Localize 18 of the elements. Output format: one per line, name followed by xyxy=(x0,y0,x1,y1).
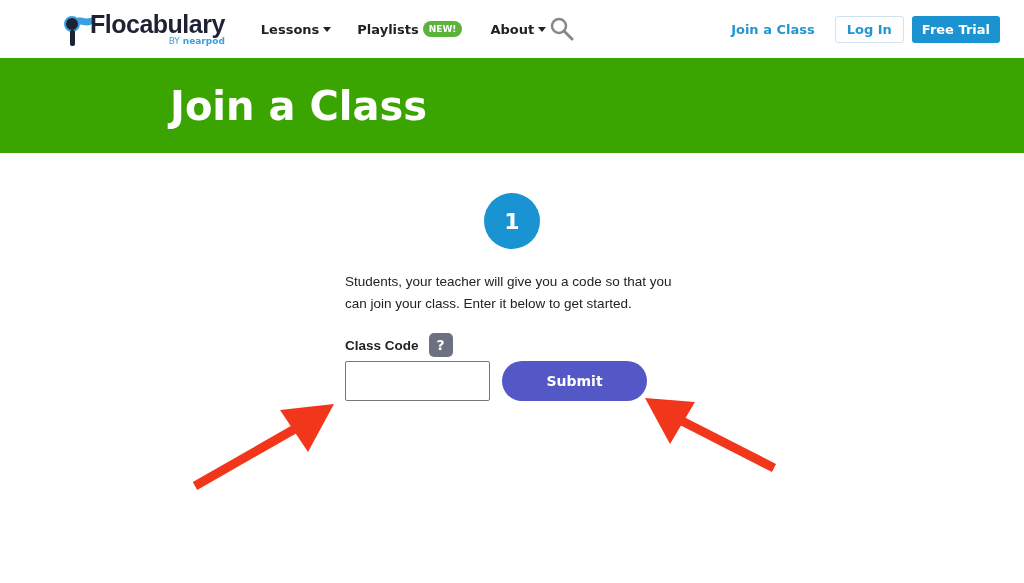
search-icon[interactable] xyxy=(550,17,575,41)
logo-byline: BY nearpod xyxy=(168,36,225,46)
nav-link[interactable]: Playlists xyxy=(357,21,419,37)
new-badge: NEW! xyxy=(422,21,463,37)
free-trial-button[interactable]: Free Trial xyxy=(911,15,1000,43)
submit-button[interactable]: Submit xyxy=(502,361,647,401)
field-label: Class Code xyxy=(345,337,419,353)
caret-icon xyxy=(323,26,332,32)
step-number: 1 xyxy=(484,193,540,249)
caret-icon xyxy=(538,26,547,32)
login-button[interactable]: Log In xyxy=(834,15,904,43)
nav-menu[interactable]: About xyxy=(490,21,547,37)
nav-menu[interactable]: Lessons xyxy=(260,21,332,37)
logo-wordmark[interactable]: Flocabulary xyxy=(90,10,225,38)
join-class-link[interactable]: Join a Class xyxy=(731,21,815,37)
instructions-text: Students, your teacher will give you a code so that you can join your class. Enter it below to get started. xyxy=(345,273,673,313)
help-button[interactable]: ? xyxy=(428,333,453,357)
class-code-field[interactable] xyxy=(345,361,490,401)
